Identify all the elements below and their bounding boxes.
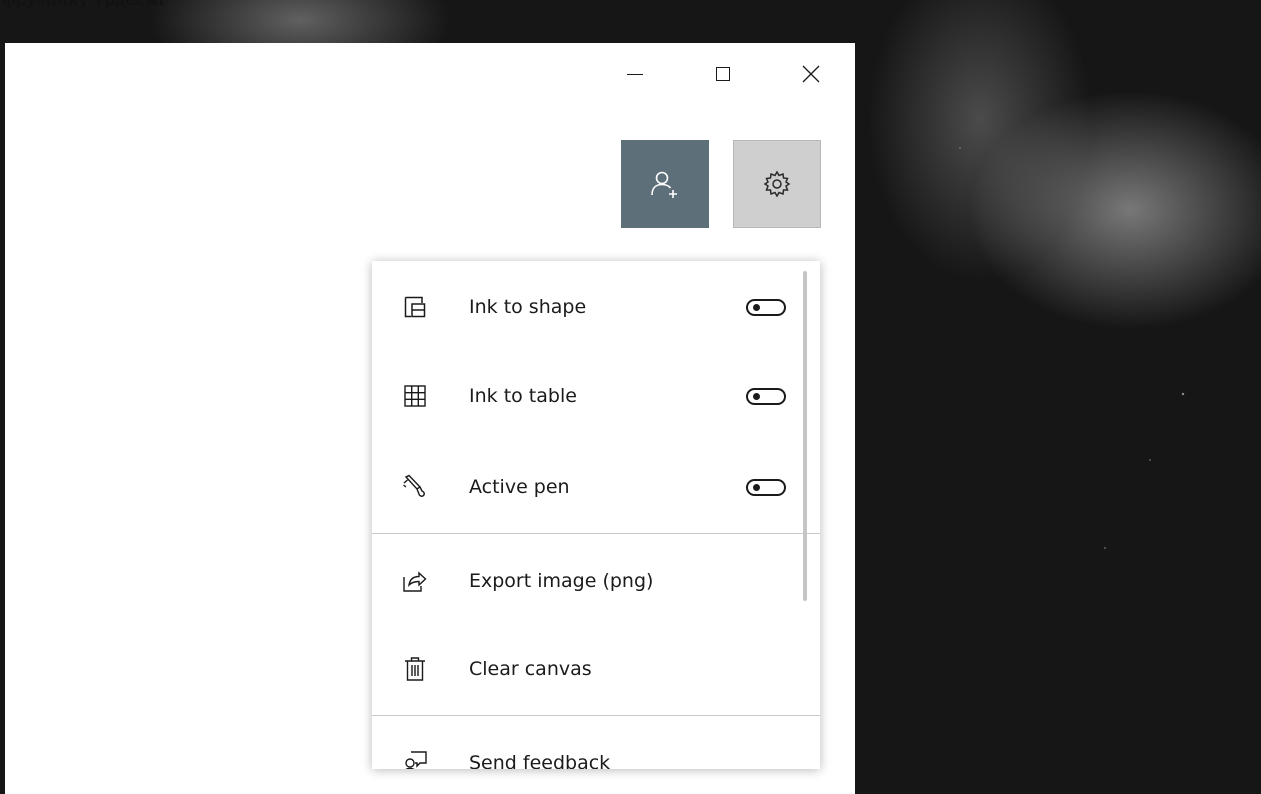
ink-to-shape-icon — [402, 294, 428, 320]
settings-menu: Ink to shape Ink to table Active pen Exp… — [372, 261, 820, 769]
title-bar-controls — [591, 43, 855, 105]
menu-item-label: Ink to table — [469, 385, 577, 407]
menu-item-active-pen[interactable]: Active pen — [372, 457, 820, 517]
menu-item-label: Active pen — [469, 476, 570, 498]
app-window: Ink to shape Ink to table Active pen Exp… — [5, 43, 855, 794]
ink-to-shape-toggle[interactable] — [746, 298, 786, 316]
gear-icon — [763, 170, 791, 198]
menu-divider — [372, 715, 820, 716]
invite-button[interactable] — [621, 140, 709, 228]
menu-item-ink-to-table[interactable]: Ink to table — [372, 366, 820, 426]
menu-item-send-feedback[interactable]: Send feedback — [372, 733, 820, 769]
menu-divider — [372, 533, 820, 534]
close-icon — [802, 65, 820, 83]
share-export-icon — [402, 568, 428, 594]
menu-item-clear-canvas[interactable]: Clear canvas — [372, 639, 820, 699]
minimize-button[interactable] — [591, 43, 679, 105]
menu-item-label: Ink to shape — [469, 296, 587, 318]
table-grid-icon — [402, 383, 428, 409]
menu-item-label: Clear canvas — [469, 658, 592, 680]
maximize-button[interactable] — [679, 43, 767, 105]
close-button[interactable] — [767, 43, 855, 105]
feedback-icon — [402, 750, 428, 769]
ink-to-table-toggle[interactable] — [746, 387, 786, 405]
menu-item-export-image[interactable]: Export image (png) — [372, 551, 820, 611]
menu-item-ink-to-shape[interactable]: Ink to shape — [372, 277, 820, 337]
active-pen-toggle[interactable] — [746, 478, 786, 496]
menu-scrollbar[interactable] — [803, 271, 807, 601]
add-person-icon — [651, 171, 677, 198]
trash-icon — [402, 656, 428, 682]
menu-item-label: Export image (png) — [469, 570, 654, 592]
background-document-text: фрузийку урдесмі — [2, 0, 164, 10]
menu-item-label: Send feedback — [469, 752, 611, 769]
settings-button[interactable] — [733, 140, 821, 228]
minimize-icon — [627, 73, 643, 75]
pen-icon — [402, 474, 428, 500]
maximize-icon — [716, 67, 730, 81]
